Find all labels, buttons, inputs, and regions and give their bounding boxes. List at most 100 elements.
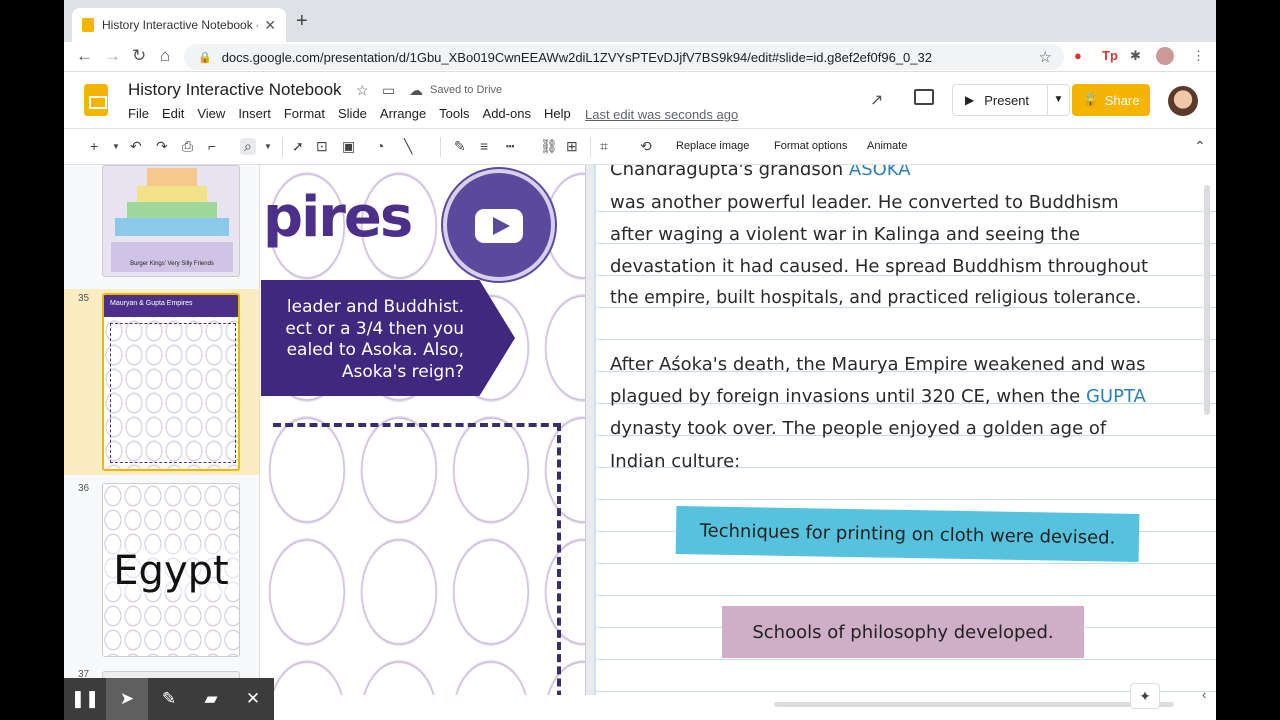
close-annotation-icon[interactable]: ✕ bbox=[232, 678, 274, 720]
star-icon[interactable]: ☆ bbox=[356, 82, 369, 99]
text-line: Chandragupta's grandson ASOKA bbox=[610, 165, 911, 180]
collapse-toolbar-icon[interactable]: ⌃ bbox=[1194, 138, 1206, 155]
last-edit-link[interactable]: Last edit was seconds ago bbox=[585, 107, 738, 122]
pyramid-tier bbox=[115, 218, 229, 236]
menu-addons[interactable]: Add-ons bbox=[483, 106, 531, 121]
menu-insert[interactable]: Insert bbox=[238, 106, 271, 121]
pointer-icon[interactable]: ➤ bbox=[106, 678, 148, 720]
account-avatar[interactable] bbox=[1168, 86, 1198, 116]
browser-window: History Interactive Notebook - ✕ + ← → ↻… bbox=[64, 0, 1216, 720]
extension-record-icon[interactable]: ● bbox=[1074, 48, 1082, 63]
banner-line: ealed to Asoka. Also, bbox=[286, 340, 464, 360]
highlight-gupta: GUPTA bbox=[1085, 386, 1146, 407]
paint-format-icon[interactable]: ⌐ bbox=[208, 138, 216, 154]
new-tab-icon[interactable]: + bbox=[296, 10, 308, 33]
menu-slide[interactable]: Slide bbox=[338, 106, 367, 121]
move-folder-icon[interactable]: ▭ bbox=[382, 82, 395, 99]
menu-view[interactable]: View bbox=[197, 106, 225, 121]
add-comment-icon[interactable]: ⊞ bbox=[566, 138, 578, 155]
vertical-scrollbar[interactable] bbox=[1204, 185, 1210, 415]
profile-avatar-icon[interactable] bbox=[1156, 47, 1174, 65]
new-slide-icon[interactable]: + bbox=[90, 138, 98, 154]
menu-edit[interactable]: Edit bbox=[162, 106, 184, 121]
share-button[interactable]: 🔒 Share bbox=[1072, 84, 1150, 116]
comment-icon[interactable] bbox=[914, 89, 934, 105]
extensions-puzzle-icon[interactable]: ✱ bbox=[1130, 48, 1141, 64]
crop-icon[interactable]: ⌗ bbox=[600, 138, 608, 155]
undo-icon[interactable]: ↶ bbox=[130, 138, 142, 155]
format-options-button[interactable]: Format options bbox=[774, 140, 847, 152]
reset-image-icon[interactable]: ⟲ bbox=[640, 138, 652, 155]
banner-line: leader and Buddhist. bbox=[286, 297, 464, 317]
pause-icon[interactable]: ❚❚ bbox=[64, 678, 106, 720]
animate-button[interactable]: Animate bbox=[867, 140, 907, 152]
image-icon[interactable]: ▣ bbox=[342, 138, 355, 155]
menu-arrange[interactable]: Arrange bbox=[380, 106, 426, 121]
text-line: was another powerful leader. He converte… bbox=[610, 192, 1119, 213]
select-cursor-icon[interactable]: ➚ bbox=[292, 138, 304, 155]
bookmark-star-icon[interactable]: ☆ bbox=[1039, 48, 1052, 66]
border-weight-icon[interactable]: ≡ bbox=[480, 138, 488, 154]
toolbar-divider bbox=[590, 137, 591, 157]
slide-right-page: Chandragupta's grandson ASOKA was anothe… bbox=[594, 165, 1216, 695]
border-color-icon[interactable]: ✎ bbox=[454, 138, 466, 155]
menu-file[interactable]: File bbox=[128, 106, 149, 121]
dashed-answer-box bbox=[273, 423, 561, 695]
menu-tools[interactable]: Tools bbox=[439, 106, 469, 121]
highlighter-icon[interactable]: ▰ bbox=[190, 678, 232, 720]
slides-logo-icon[interactable] bbox=[84, 84, 108, 116]
link-icon[interactable]: ⛓ bbox=[540, 138, 558, 155]
document-title[interactable]: History Interactive Notebook bbox=[128, 80, 342, 100]
extension-tp-icon[interactable]: Tp bbox=[1102, 48, 1118, 63]
annotation-toolbar: ❚❚ ➤ ✎ ▰ ✕ bbox=[64, 678, 274, 720]
replace-image-button[interactable]: Replace image bbox=[676, 140, 749, 152]
present-dropdown-icon[interactable]: ▼ bbox=[1047, 85, 1069, 115]
text-line: plagued by foreign invasions until 320 C… bbox=[610, 386, 1146, 407]
browser-tab[interactable]: History Interactive Notebook - ✕ bbox=[72, 8, 286, 42]
back-icon[interactable]: ← bbox=[76, 46, 93, 66]
slide-thumbnail-36[interactable]: Egypt bbox=[102, 483, 240, 657]
sticky-note-cloth[interactable]: Techniques for printing on cloth were de… bbox=[675, 505, 1140, 563]
close-tab-icon[interactable]: ✕ bbox=[264, 17, 276, 34]
activity-trend-icon[interactable]: ↗ bbox=[870, 90, 883, 110]
horizontal-scrollbar[interactable] bbox=[774, 702, 1174, 707]
home-icon[interactable]: ⌂ bbox=[160, 46, 170, 66]
textbox-icon[interactable]: ⊡ bbox=[316, 138, 328, 155]
border-dash-icon[interactable]: ┅ bbox=[506, 138, 514, 155]
zoom-dropdown-icon[interactable]: ▼ bbox=[264, 142, 272, 151]
menu-help[interactable]: Help bbox=[544, 106, 571, 121]
menu-format[interactable]: Format bbox=[284, 106, 325, 121]
thumbnail-title: Mauryan & Gupta Empires bbox=[104, 295, 238, 317]
url-field[interactable]: 🔒 docs.google.com/presentation/d/1Gbu_XB… bbox=[184, 44, 1064, 70]
redo-icon[interactable]: ↷ bbox=[156, 138, 168, 155]
slide-thumbnail-35[interactable]: Mauryan & Gupta Empires bbox=[102, 293, 240, 471]
editing-toolbar: + ▼ ↶ ↷ ⎙ ⌐ ⌕ ▼ ➚ ⊡ ▣ ◔ ╲ ✎ ≡ ┅ ⛓ ⊞ ⌗ ⟲ … bbox=[64, 128, 1216, 165]
present-icon: ▶ bbox=[965, 93, 975, 107]
browser-menu-icon[interactable]: ⋮ bbox=[1192, 48, 1205, 64]
slide-thumbnail-34[interactable]: Burger Kings' Very Silly Friends bbox=[102, 165, 240, 277]
side-panel-toggle-icon[interactable]: ‹ bbox=[1202, 687, 1206, 702]
present-label: Present bbox=[984, 92, 1030, 108]
new-slide-dropdown-icon[interactable]: ▼ bbox=[112, 142, 120, 151]
toolbar-divider bbox=[282, 137, 283, 157]
text-line-part: plagued by foreign invasions until 320 C… bbox=[610, 386, 1086, 407]
forward-icon[interactable]: → bbox=[104, 46, 121, 66]
shape-icon[interactable]: ◔ bbox=[376, 138, 384, 154]
reload-icon[interactable]: ↻ bbox=[132, 46, 146, 66]
explore-button[interactable]: ✦ bbox=[1130, 683, 1160, 709]
thumbnail-title: Egypt bbox=[103, 548, 239, 594]
menu-bar: File Edit View Insert Format Slide Arran… bbox=[128, 106, 571, 121]
text-line: dynasty took over. The people enjoyed a … bbox=[610, 418, 1107, 439]
instruction-banner: leader and Buddhist. ect or a 3/4 then y… bbox=[261, 280, 515, 396]
present-button[interactable]: ▶ Present ▼ bbox=[952, 84, 1070, 116]
line-icon[interactable]: ╲ bbox=[404, 138, 412, 155]
text-line: the empire, built hospitals, and practic… bbox=[610, 288, 1142, 308]
slide-left-page: pires leader and Buddhist. ect or a 3/4 … bbox=[261, 165, 586, 695]
zoom-icon[interactable]: ⌕ bbox=[240, 138, 256, 155]
sticky-note-philosophy[interactable]: Schools of philosophy developed. bbox=[722, 606, 1084, 658]
text-line: After Aśoka's death, the Maurya Empire w… bbox=[610, 354, 1146, 375]
pen-icon[interactable]: ✎ bbox=[148, 678, 190, 720]
print-icon[interactable]: ⎙ bbox=[182, 138, 193, 155]
youtube-play-button[interactable] bbox=[443, 169, 555, 281]
pyramid-tier bbox=[147, 168, 197, 186]
